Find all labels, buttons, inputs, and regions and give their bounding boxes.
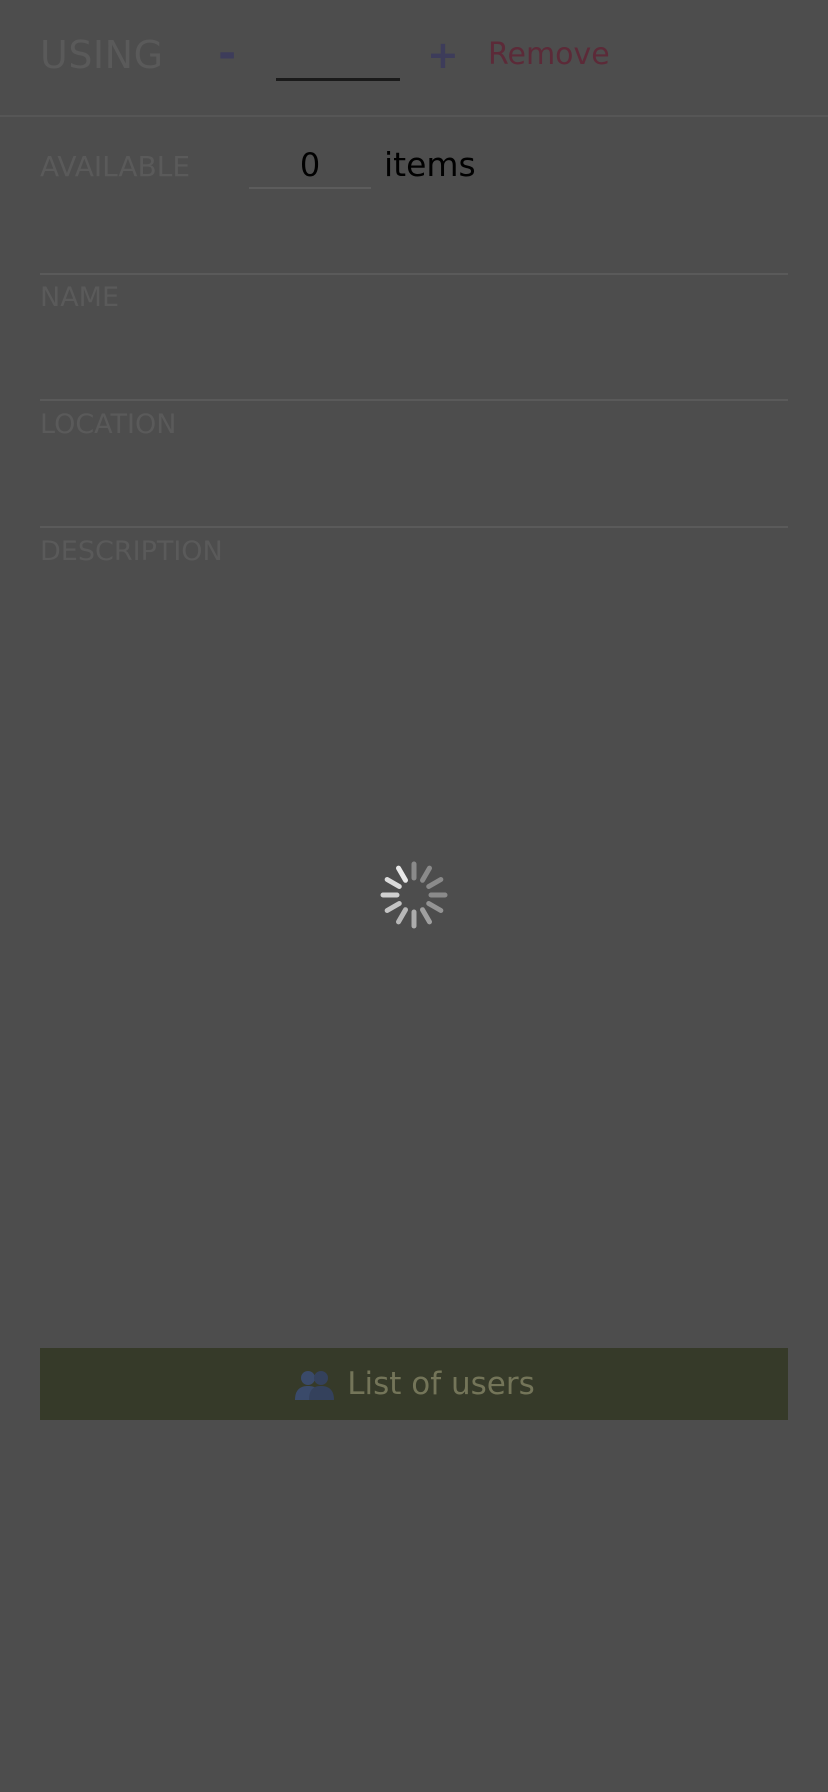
description-label: DESCRIPTION: [40, 536, 223, 567]
list-of-users-button[interactable]: List of users: [40, 1348, 788, 1420]
divider: [40, 526, 788, 528]
list-of-users-label: List of users: [347, 1366, 535, 1402]
divider: [40, 273, 788, 275]
decrement-button[interactable]: -: [218, 28, 236, 79]
name-label: NAME: [40, 282, 120, 313]
loading-spinner-icon: [380, 861, 448, 929]
location-label: LOCATION: [40, 409, 177, 440]
divider: [40, 399, 788, 401]
users-icon: [295, 1371, 335, 1400]
remove-button[interactable]: Remove: [488, 37, 610, 72]
available-unit: items: [384, 145, 476, 184]
increment-button[interactable]: +: [427, 33, 459, 77]
available-quantity-input[interactable]: [249, 143, 371, 189]
using-label: USING: [40, 33, 164, 77]
using-bar: USING - + Remove: [0, 0, 828, 117]
using-quantity-input[interactable]: [276, 36, 400, 81]
available-label: AVAILABLE: [40, 150, 191, 183]
